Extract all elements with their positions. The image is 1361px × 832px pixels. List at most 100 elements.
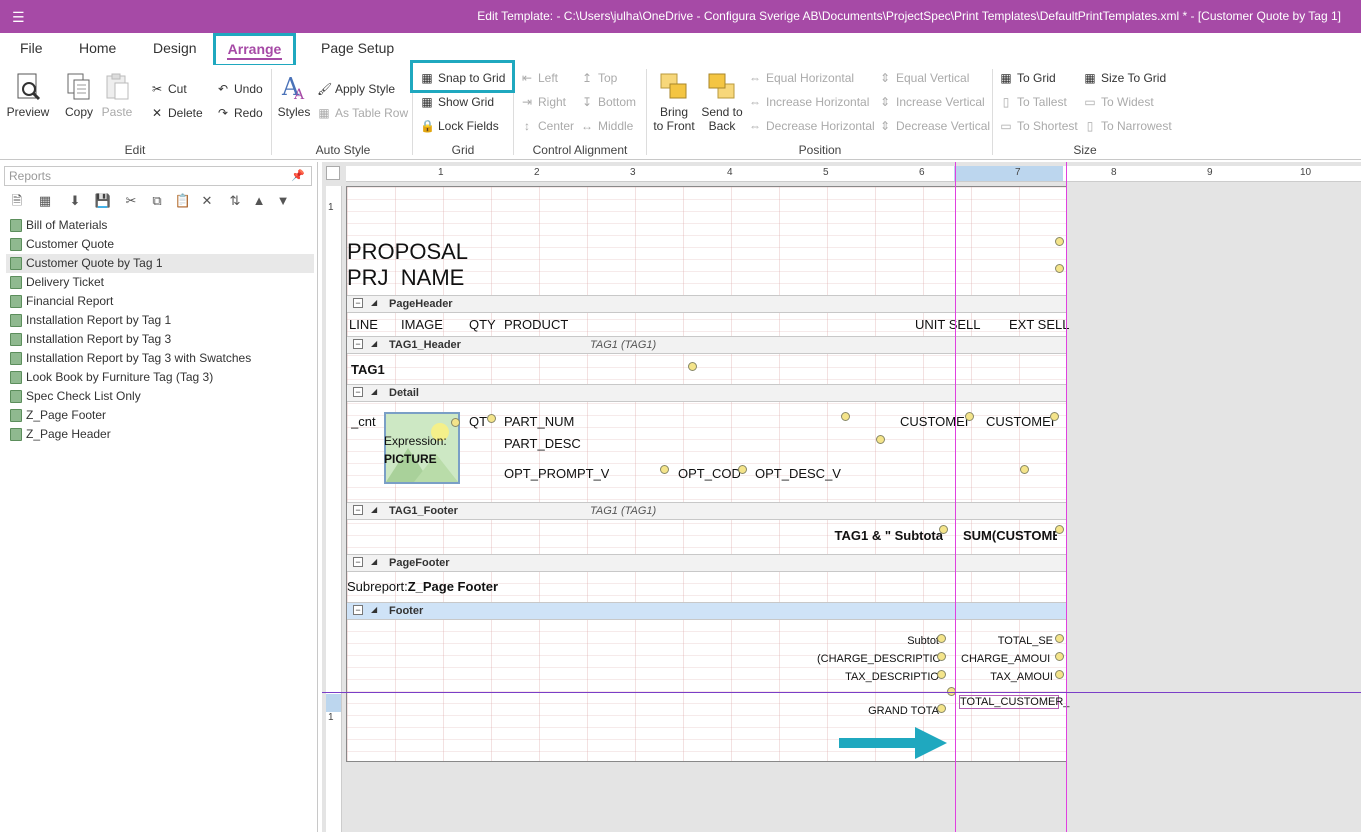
image-header-field[interactable]: IMAGE — [401, 317, 443, 332]
sort-icon[interactable]: ⇅ — [226, 192, 244, 210]
part-num-field[interactable]: PART_NUM — [504, 414, 574, 429]
tab-design[interactable]: Design — [153, 40, 197, 56]
reports-search-input[interactable]: Reports 📌 — [4, 166, 312, 186]
send-to-back-button[interactable]: Send to Back — [698, 71, 746, 133]
list-item[interactable]: Look Book by Furniture Tag (Tag 3) — [6, 368, 314, 387]
vertical-ruler[interactable]: 1 1 — [326, 186, 342, 832]
copy-button[interactable]: Copy — [60, 71, 98, 119]
opt-code-field[interactable]: OPT_COD — [678, 466, 740, 481]
band-detail[interactable]: − ◢ Detail — [347, 384, 1067, 402]
grand-total-label-field[interactable]: GRAND TOTA — [817, 705, 939, 717]
band-tag1-footer[interactable]: − ◢ TAG1_Footer TAG1 (TAG1) — [347, 502, 1067, 520]
page-footer-subreport-field[interactable]: Subreport:Z_Page Footer — [347, 579, 498, 594]
ruler-corner[interactable] — [326, 166, 340, 180]
unit-sell-header-field[interactable]: UNIT SELL — [915, 317, 981, 332]
as-table-row-button[interactable]: ▦ As Table Row — [317, 106, 408, 120]
bring-to-front-button[interactable]: Bring to Front — [650, 71, 698, 133]
tag1-sum-field[interactable]: SUM(CUSTOME — [963, 528, 1057, 543]
align-bottom-button[interactable]: ↧ Bottom — [580, 95, 636, 109]
tab-page-setup[interactable]: Page Setup — [321, 40, 394, 56]
line-header-field[interactable]: LINE — [349, 317, 378, 332]
total-customer-field[interactable]: TOTAL_CUSTOMER_ — [959, 695, 1069, 709]
delete-icon[interactable]: ✕ — [198, 192, 216, 210]
align-left-button[interactable]: ⇤ Left — [520, 71, 558, 85]
apply-style-button[interactable]: 🖌 Apply Style — [317, 82, 395, 96]
list-item[interactable]: Installation Report by Tag 1 — [6, 311, 314, 330]
project-name-field[interactable]: PRJ_NAME — [347, 265, 464, 287]
collapse-icon[interactable]: − — [353, 557, 363, 567]
collapse-icon[interactable]: − — [353, 605, 363, 615]
save-icon[interactable]: 💾 — [94, 192, 112, 210]
list-item[interactable]: Bill of Materials — [6, 216, 314, 235]
horizontal-ruler[interactable]: 1 2 3 4 5 6 7 8 9 10 — [346, 166, 1361, 182]
paste-icon[interactable]: 📋 — [174, 192, 192, 210]
undo-button[interactable]: ↶ Undo — [216, 82, 263, 96]
band-page-header[interactable]: − ◢ PageHeader — [347, 295, 1067, 313]
size-to-grid-button[interactable]: ▦ Size To Grid — [1083, 71, 1166, 85]
part-desc-field[interactable]: PART_DESC — [504, 436, 581, 451]
decrease-vertical-button[interactable]: ⇕ Decrease Vertical — [878, 119, 990, 133]
styles-button[interactable]: AA Styles — [276, 71, 312, 119]
list-item-selected[interactable]: Customer Quote by Tag 1 — [6, 254, 314, 273]
cut-button[interactable]: ✂ Cut — [150, 82, 187, 96]
new-report-icon[interactable]: 🗎 — [8, 192, 26, 210]
to-narrowest-button[interactable]: ▯ To Narrowest — [1083, 119, 1172, 133]
product-header-field[interactable]: PRODUCT — [504, 317, 568, 332]
collapse-icon[interactable]: − — [353, 339, 363, 349]
customer-unit-field[interactable]: CUSTOMEI — [900, 414, 968, 429]
move-down-icon[interactable]: ▼ — [274, 192, 292, 210]
list-item[interactable]: Delivery Ticket — [6, 273, 314, 292]
qty-field[interactable]: QT — [469, 414, 487, 429]
list-item[interactable]: Financial Report — [6, 292, 314, 311]
increase-horizontal-button[interactable]: ⇔ Increase Horizontal — [748, 95, 869, 109]
customer-ext-field[interactable]: CUSTOMEI — [986, 414, 1054, 429]
proposal-title-field[interactable]: PROPOSAL — [347, 239, 468, 265]
opt-prompt-field[interactable]: OPT_PROMPT_V — [504, 466, 609, 481]
subtotal-label-field[interactable]: Subtot — [867, 635, 939, 647]
cut-icon[interactable]: ✂ — [122, 192, 140, 210]
tag1-subtotal-label-field[interactable]: TAG1 & " Subtota — [787, 528, 943, 543]
list-item[interactable]: Z_Page Footer — [6, 406, 314, 425]
picture-field[interactable]: Expression: PICTURE — [384, 412, 460, 484]
list-item[interactable]: Spec Check List Only — [6, 387, 314, 406]
report-designer[interactable]: 1 2 3 4 5 6 7 8 9 10 1 1 PROPOSAL PRJ_NA… — [322, 162, 1361, 832]
collapse-icon[interactable]: − — [353, 505, 363, 515]
redo-button[interactable]: ↷ Redo — [216, 106, 263, 120]
list-item[interactable]: Customer Quote — [6, 235, 314, 254]
to-widest-button[interactable]: ▭ To Widest — [1083, 95, 1153, 109]
tax-amount-field[interactable]: TAX_AMOUI — [959, 671, 1053, 683]
paste-button[interactable]: Paste — [98, 71, 136, 119]
band-tag1-header[interactable]: − ◢ TAG1_Header TAG1 (TAG1) — [347, 336, 1067, 354]
list-item[interactable]: Z_Page Header — [6, 425, 314, 444]
ext-sell-header-field[interactable]: EXT SELL — [1009, 317, 1069, 332]
align-top-button[interactable]: ↥ Top — [580, 71, 617, 85]
add-table-icon[interactable]: ▦ — [36, 192, 54, 210]
to-shortest-button[interactable]: ▭ To Shortest — [999, 119, 1077, 133]
align-center-button[interactable]: ↕ Center — [520, 119, 574, 133]
tab-file[interactable]: File — [20, 40, 43, 56]
to-grid-button[interactable]: ▦ To Grid — [999, 71, 1055, 85]
equal-horizontal-button[interactable]: ⇔ Equal Horizontal — [748, 71, 854, 85]
collapse-icon[interactable]: − — [353, 387, 363, 397]
decrease-horizontal-button[interactable]: ⇔ Decrease Horizontal — [748, 119, 875, 133]
lock-fields-button[interactable]: 🔒 Lock Fields — [420, 119, 499, 133]
charge-amount-field[interactable]: CHARGE_AMOUI — [961, 653, 1055, 665]
tab-home[interactable]: Home — [79, 40, 116, 56]
tab-arrange[interactable]: Arrange — [213, 33, 296, 67]
align-right-button[interactable]: ⇥ Right — [520, 95, 566, 109]
charge-description-field[interactable]: (CHARGE_DESCRIPTIO — [817, 653, 941, 665]
report-page[interactable]: PROPOSAL PRJ_NAME − ◢ PageHeader LINE IMAG… — [346, 186, 1069, 763]
cnt-field[interactable]: _cnt — [351, 414, 376, 429]
equal-vertical-button[interactable]: ⇕ Equal Vertical — [878, 71, 969, 85]
align-middle-button[interactable]: ↔ Middle — [580, 119, 633, 133]
to-tallest-button[interactable]: ▯ To Tallest — [999, 95, 1067, 109]
move-up-icon[interactable]: ▲ — [250, 192, 268, 210]
list-item[interactable]: Installation Report by Tag 3 — [6, 330, 314, 349]
tag1-header-field[interactable]: TAG1 — [351, 362, 385, 377]
collapse-icon[interactable]: − — [353, 298, 363, 308]
qty-header-field[interactable]: QTY — [469, 317, 496, 332]
pin-icon[interactable]: 📌 — [291, 169, 305, 182]
increase-vertical-button[interactable]: ⇕ Increase Vertical — [878, 95, 985, 109]
import-icon[interactable]: ⬇ — [66, 192, 84, 210]
tax-description-field[interactable]: TAX_DESCRIPTIO — [817, 671, 939, 683]
